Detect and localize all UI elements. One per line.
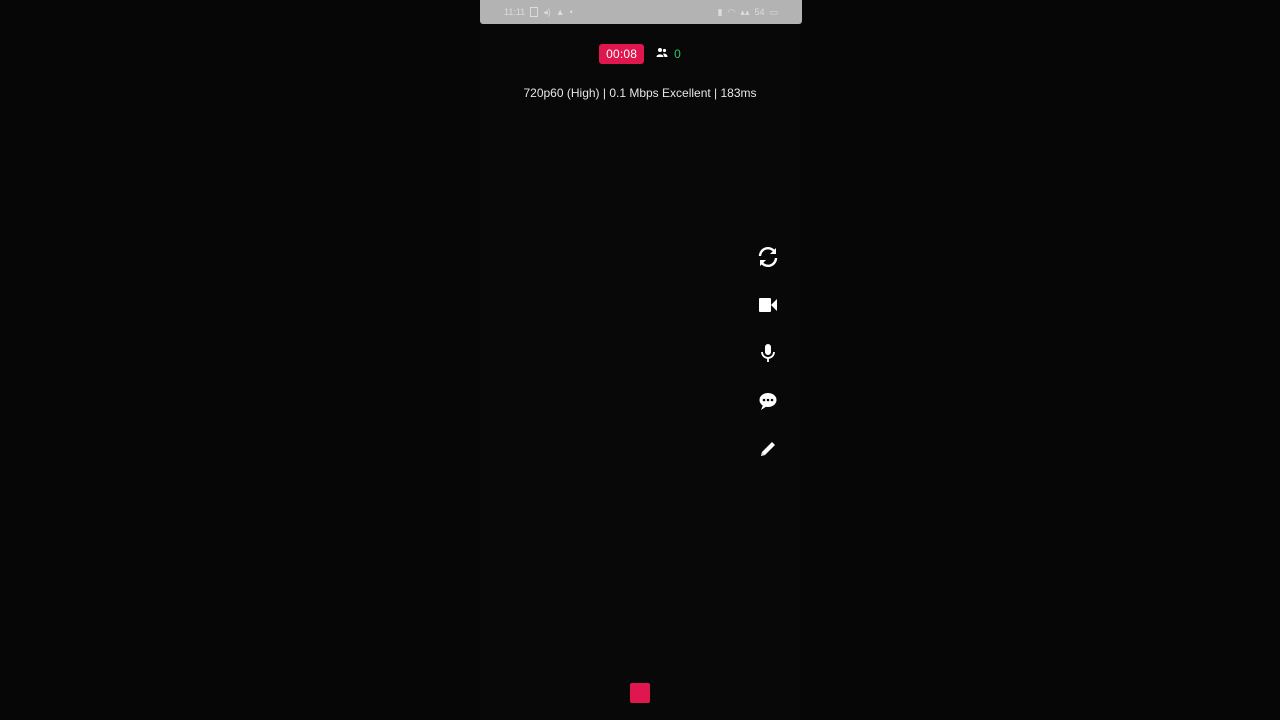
- video-camera-icon: [757, 294, 779, 316]
- video-toggle-button[interactable]: [755, 292, 781, 318]
- phone-screen: 11:11 ◂) ▲ • ▮ ◠ ▴▴ 54 ▭ 00:08 0 720p60 …: [480, 0, 802, 720]
- screen: 11:11 ◂) ▲ • ▮ ◠ ▴▴ 54 ▭ 00:08 0 720p60 …: [0, 0, 1280, 720]
- status-bar-left: 11:11 ◂) ▲ •: [504, 6, 573, 18]
- microphone-icon: [757, 342, 779, 364]
- alert-icon: ▲: [555, 7, 565, 17]
- status-bar: 11:11 ◂) ▲ • ▮ ◠ ▴▴ 54 ▭: [480, 0, 802, 24]
- viewers-icon: [656, 47, 668, 61]
- battery-level: 54: [754, 7, 765, 17]
- more-notifications-icon: •: [569, 7, 573, 17]
- notification-icon: [530, 7, 539, 17]
- mute-icon: ◂): [543, 7, 551, 17]
- stream-timer: 00:08: [599, 44, 645, 64]
- stop-stream-button[interactable]: [630, 683, 650, 703]
- switch-camera-icon: [756, 245, 780, 269]
- stream-info-bar: 00:08 0: [480, 43, 800, 65]
- pencil-icon: [757, 438, 779, 460]
- vibrate-icon: ▮: [717, 7, 723, 17]
- chat-button[interactable]: [755, 388, 781, 414]
- switch-camera-button[interactable]: [755, 244, 781, 270]
- draw-button[interactable]: [755, 436, 781, 462]
- chat-icon: [757, 390, 779, 412]
- status-bar-right: ▮ ◠ ▴▴ 54 ▭: [718, 6, 778, 18]
- viewer-counter: 0: [656, 47, 681, 61]
- viewer-count: 0: [674, 47, 681, 61]
- microphone-button[interactable]: [755, 340, 781, 366]
- stream-stats: 720p60 (High) | 0.1 Mbps Excellent | 183…: [523, 86, 757, 100]
- control-column: [754, 244, 782, 462]
- status-time: 11:11: [504, 7, 526, 17]
- wifi-icon: ◠: [727, 7, 736, 17]
- signal-icon: ▴▴: [740, 7, 750, 17]
- battery-icon: ▭: [769, 7, 778, 17]
